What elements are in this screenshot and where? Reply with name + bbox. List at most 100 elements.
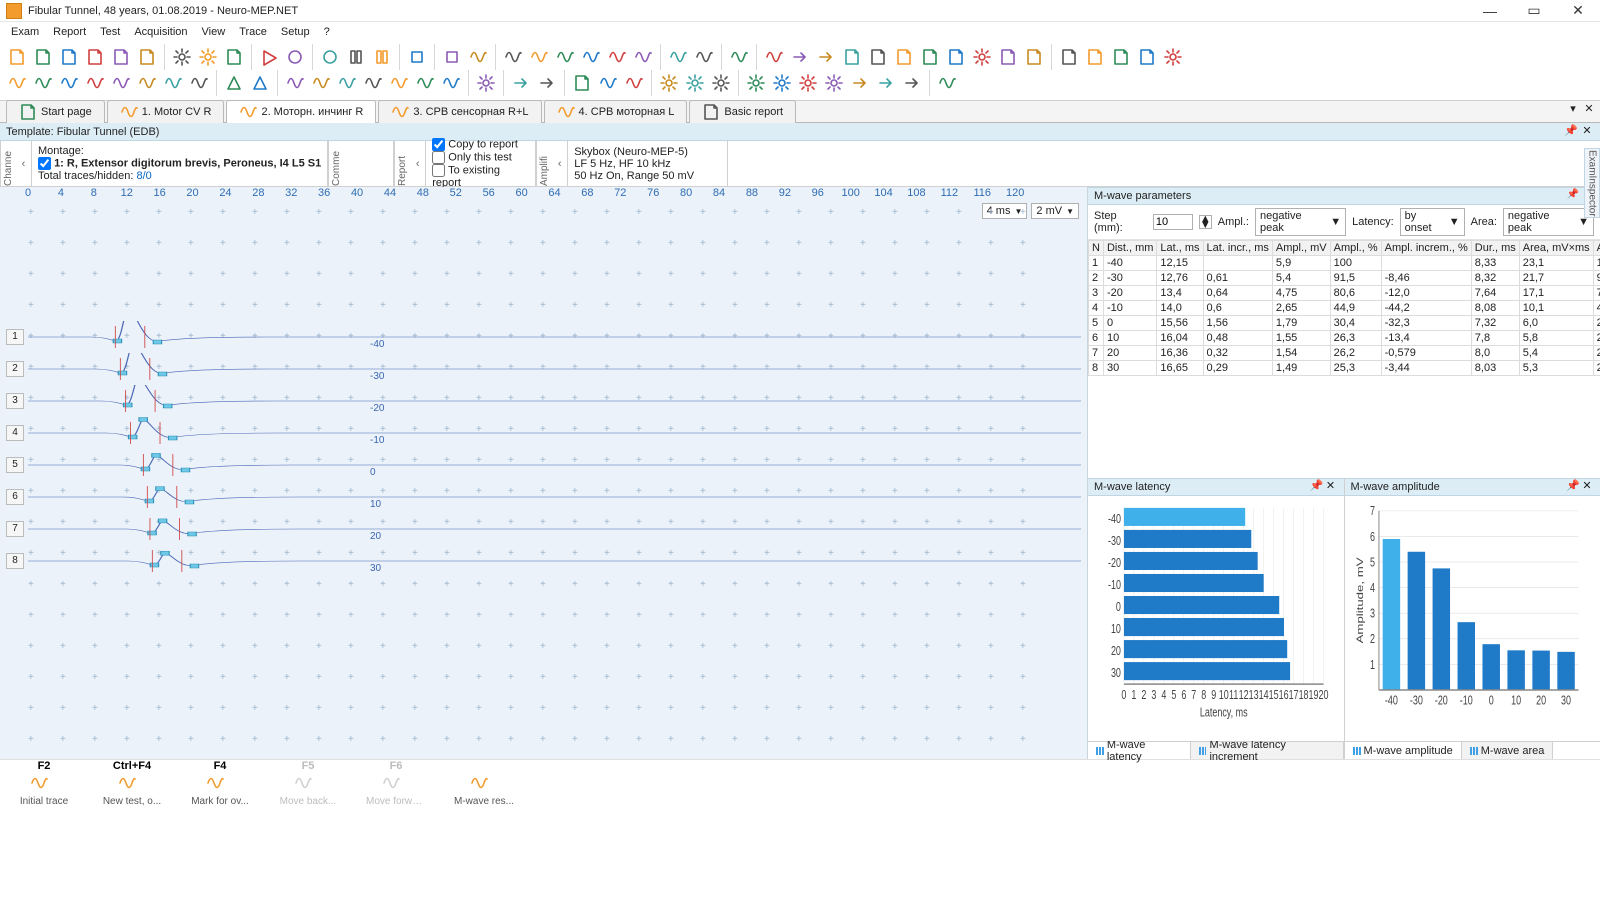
table-row[interactable]: 83016,650,291,4925,3-3,448,035,323,0-2,0…: [1089, 361, 1600, 376]
footer-shortcut-1[interactable]: Ctrl+F4 New test, o...: [102, 760, 162, 807]
toolbar-btn-tb1-39[interactable]: [1109, 45, 1133, 69]
menu-exam[interactable]: Exam: [4, 24, 46, 40]
toolbar-btn-tb1-26[interactable]: [762, 45, 786, 69]
menu-setup[interactable]: Setup: [274, 24, 317, 40]
toolbar-btn-tb1-38[interactable]: [1083, 45, 1107, 69]
copy-to-report-option[interactable]: Copy to report: [432, 138, 529, 151]
toolbar-btn-tb2-22[interactable]: [622, 71, 646, 95]
col-header[interactable]: Dist., mm: [1103, 241, 1156, 256]
latency-panel-pin-icon[interactable]: 📌: [1310, 480, 1324, 494]
mwave-table-container[interactable]: NDist., mmLat., msLat. incr., msAmpl., m…: [1088, 240, 1600, 478]
table-row[interactable]: 5015,561,561,7930,4-32,37,326,026,0-40,6…: [1089, 316, 1600, 331]
toolbar-btn-tb1-20[interactable]: [579, 45, 603, 69]
trace-number[interactable]: 1: [6, 329, 24, 345]
col-header[interactable]: Ampl., mV: [1272, 241, 1330, 256]
toolbar-btn-tb1-28[interactable]: [814, 45, 838, 69]
chart-tab[interactable]: M-wave area: [1462, 742, 1554, 759]
minimize-button[interactable]: —: [1468, 0, 1512, 22]
toolbar-btn-tb1-32[interactable]: [918, 45, 942, 69]
trace-row-3[interactable]: 3 -20: [0, 385, 1087, 417]
toolbar-btn-tb1-0[interactable]: [5, 45, 29, 69]
chart-tab[interactable]: M-wave latency: [1088, 742, 1191, 759]
trace-row-6[interactable]: 6 10: [0, 481, 1087, 513]
toolbar-btn-tb2-31[interactable]: [874, 71, 898, 95]
toolbar-btn-tb2-29[interactable]: [822, 71, 846, 95]
toolbar-btn-tb2-18[interactable]: [509, 71, 533, 95]
menu-test[interactable]: Test: [93, 24, 127, 40]
footer-shortcut-2[interactable]: F4 Mark for ov...: [190, 760, 250, 807]
toolbar-btn-tb1-40[interactable]: [1135, 45, 1159, 69]
latency-select[interactable]: by onset▼: [1400, 208, 1465, 236]
toolbar-btn-tb1-18[interactable]: [527, 45, 551, 69]
doc-tab-3[interactable]: 3. СРВ сенсорная R+L: [378, 100, 541, 123]
amplitude-panel-close-icon[interactable]: ✕: [1580, 480, 1594, 494]
step-down-button[interactable]: ▼: [1200, 222, 1211, 228]
close-button[interactable]: ✕: [1556, 0, 1600, 22]
doc-tab-4[interactable]: 4. СРВ моторная L: [544, 100, 688, 123]
toolbar-btn-tb2-24[interactable]: [683, 71, 707, 95]
step-input[interactable]: [1153, 214, 1193, 230]
area-select[interactable]: negative peak▼: [1503, 208, 1594, 236]
toolbar-btn-tb2-33[interactable]: [935, 71, 959, 95]
toolbar-btn-tb2-32[interactable]: [900, 71, 924, 95]
table-row[interactable]: 3-2013,40,644,7580,6-12,07,6417,174,0-20…: [1089, 286, 1600, 301]
toolbar-btn-tb1-5[interactable]: [135, 45, 159, 69]
amplitude-panel-pin-icon[interactable]: 📌: [1566, 480, 1580, 494]
menu-trace[interactable]: Trace: [232, 24, 274, 40]
montage-prev-button[interactable]: ‹: [16, 141, 32, 186]
trace-number[interactable]: 6: [6, 489, 24, 505]
toolbar-btn-tb2-5[interactable]: [135, 71, 159, 95]
side-vertical-tab[interactable]: ExamInspector: [1584, 148, 1600, 218]
toolbar-btn-tb1-4[interactable]: [109, 45, 133, 69]
toolbar-btn-tb2-27[interactable]: [770, 71, 794, 95]
trace-number[interactable]: 5: [6, 457, 24, 473]
mwave-parameters-pin-icon[interactable]: 📌: [1566, 189, 1580, 203]
toolbar-btn-tb2-3[interactable]: [83, 71, 107, 95]
menu-view[interactable]: View: [195, 24, 233, 40]
toolbar-btn-tb1-27[interactable]: [788, 45, 812, 69]
trace-plot[interactable]: 0481216202428323640444852566064687276808…: [0, 187, 1088, 759]
doc-tab-2[interactable]: 2. Моторн. инчинг R: [226, 100, 376, 123]
toolbar-btn-tb1-25[interactable]: [727, 45, 751, 69]
toolbar-btn-tb2-19[interactable]: [535, 71, 559, 95]
toolbar-btn-tb2-21[interactable]: [596, 71, 620, 95]
toolbar-btn-tb1-6[interactable]: [170, 45, 194, 69]
toolbar-btn-tb2-17[interactable]: [474, 71, 498, 95]
trace-number[interactable]: 8: [6, 553, 24, 569]
comment-box[interactable]: [344, 141, 394, 186]
toolbar-btn-tb1-11[interactable]: [318, 45, 342, 69]
toolbar-btn-tb2-2[interactable]: [57, 71, 81, 95]
toolbar-btn-tb2-16[interactable]: [439, 71, 463, 95]
toolbar-btn-tb1-3[interactable]: [83, 45, 107, 69]
trace-number[interactable]: 7: [6, 521, 24, 537]
menu-report[interactable]: Report: [46, 24, 93, 40]
toolbar-btn-tb2-28[interactable]: [796, 71, 820, 95]
toolbar-btn-tb1-14[interactable]: [405, 45, 429, 69]
menu-acquisition[interactable]: Acquisition: [127, 24, 194, 40]
toolbar-btn-tb1-41[interactable]: [1161, 45, 1185, 69]
trace-area[interactable]: ++++++++++++++++++++++++++++++++++++++++…: [0, 201, 1087, 759]
trace-row-8[interactable]: 8 30: [0, 545, 1087, 577]
footer-shortcut-0[interactable]: F2 Initial trace: [14, 760, 74, 807]
toolbar-btn-tb1-17[interactable]: [501, 45, 525, 69]
maximize-button[interactable]: ▭: [1512, 0, 1556, 22]
toolbar-btn-tb1-19[interactable]: [553, 45, 577, 69]
toolbar-btn-tb1-23[interactable]: [666, 45, 690, 69]
doc-tab-1[interactable]: 1. Motor CV R: [107, 100, 225, 123]
table-row[interactable]: 61016,040,481,5526,3-13,47,85,825,2-3,05…: [1089, 331, 1600, 346]
trace-row-7[interactable]: 7 20: [0, 513, 1087, 545]
toolbar-btn-tb2-15[interactable]: [413, 71, 437, 95]
toolbar-btn-tb2-20[interactable]: [570, 71, 594, 95]
trace-row-2[interactable]: 2 -30: [0, 353, 1087, 385]
toolbar-btn-tb1-9[interactable]: [257, 45, 281, 69]
doc-tab-0[interactable]: Start page: [6, 100, 105, 123]
ampl-select[interactable]: negative peak▼: [1255, 208, 1346, 236]
toolbar-btn-tb1-7[interactable]: [196, 45, 220, 69]
toolbar-btn-tb1-34[interactable]: [970, 45, 994, 69]
table-row[interactable]: 2-3012,760,615,491,5-8,468,3221,793,7-6,…: [1089, 271, 1600, 286]
toolbar-btn-tb2-1[interactable]: [31, 71, 55, 95]
template-close-icon[interactable]: ✕: [1580, 125, 1594, 139]
toolbar-btn-tb1-24[interactable]: [692, 45, 716, 69]
col-header[interactable]: N: [1089, 241, 1104, 256]
toolbar-btn-tb1-16[interactable]: [466, 45, 490, 69]
